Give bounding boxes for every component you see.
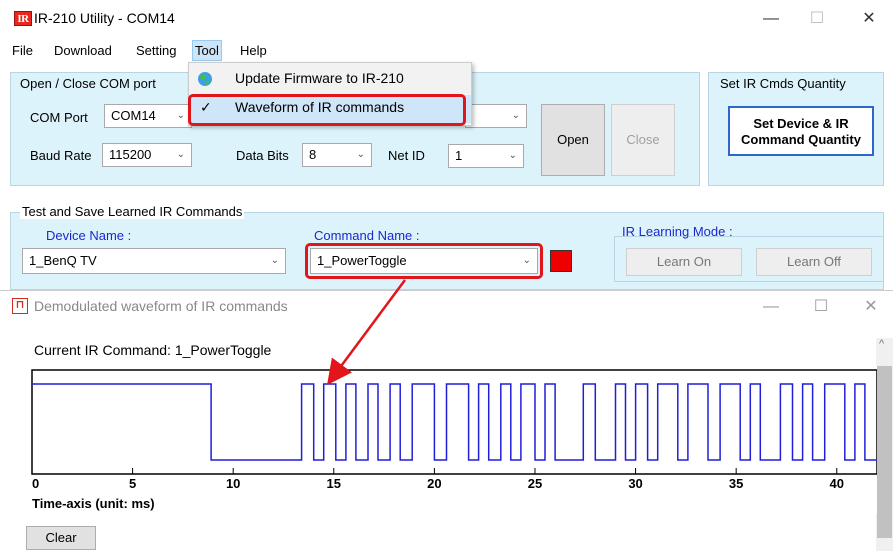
annotation-arrow bbox=[327, 279, 407, 386]
annotation-arrow-layer bbox=[327, 279, 407, 386]
